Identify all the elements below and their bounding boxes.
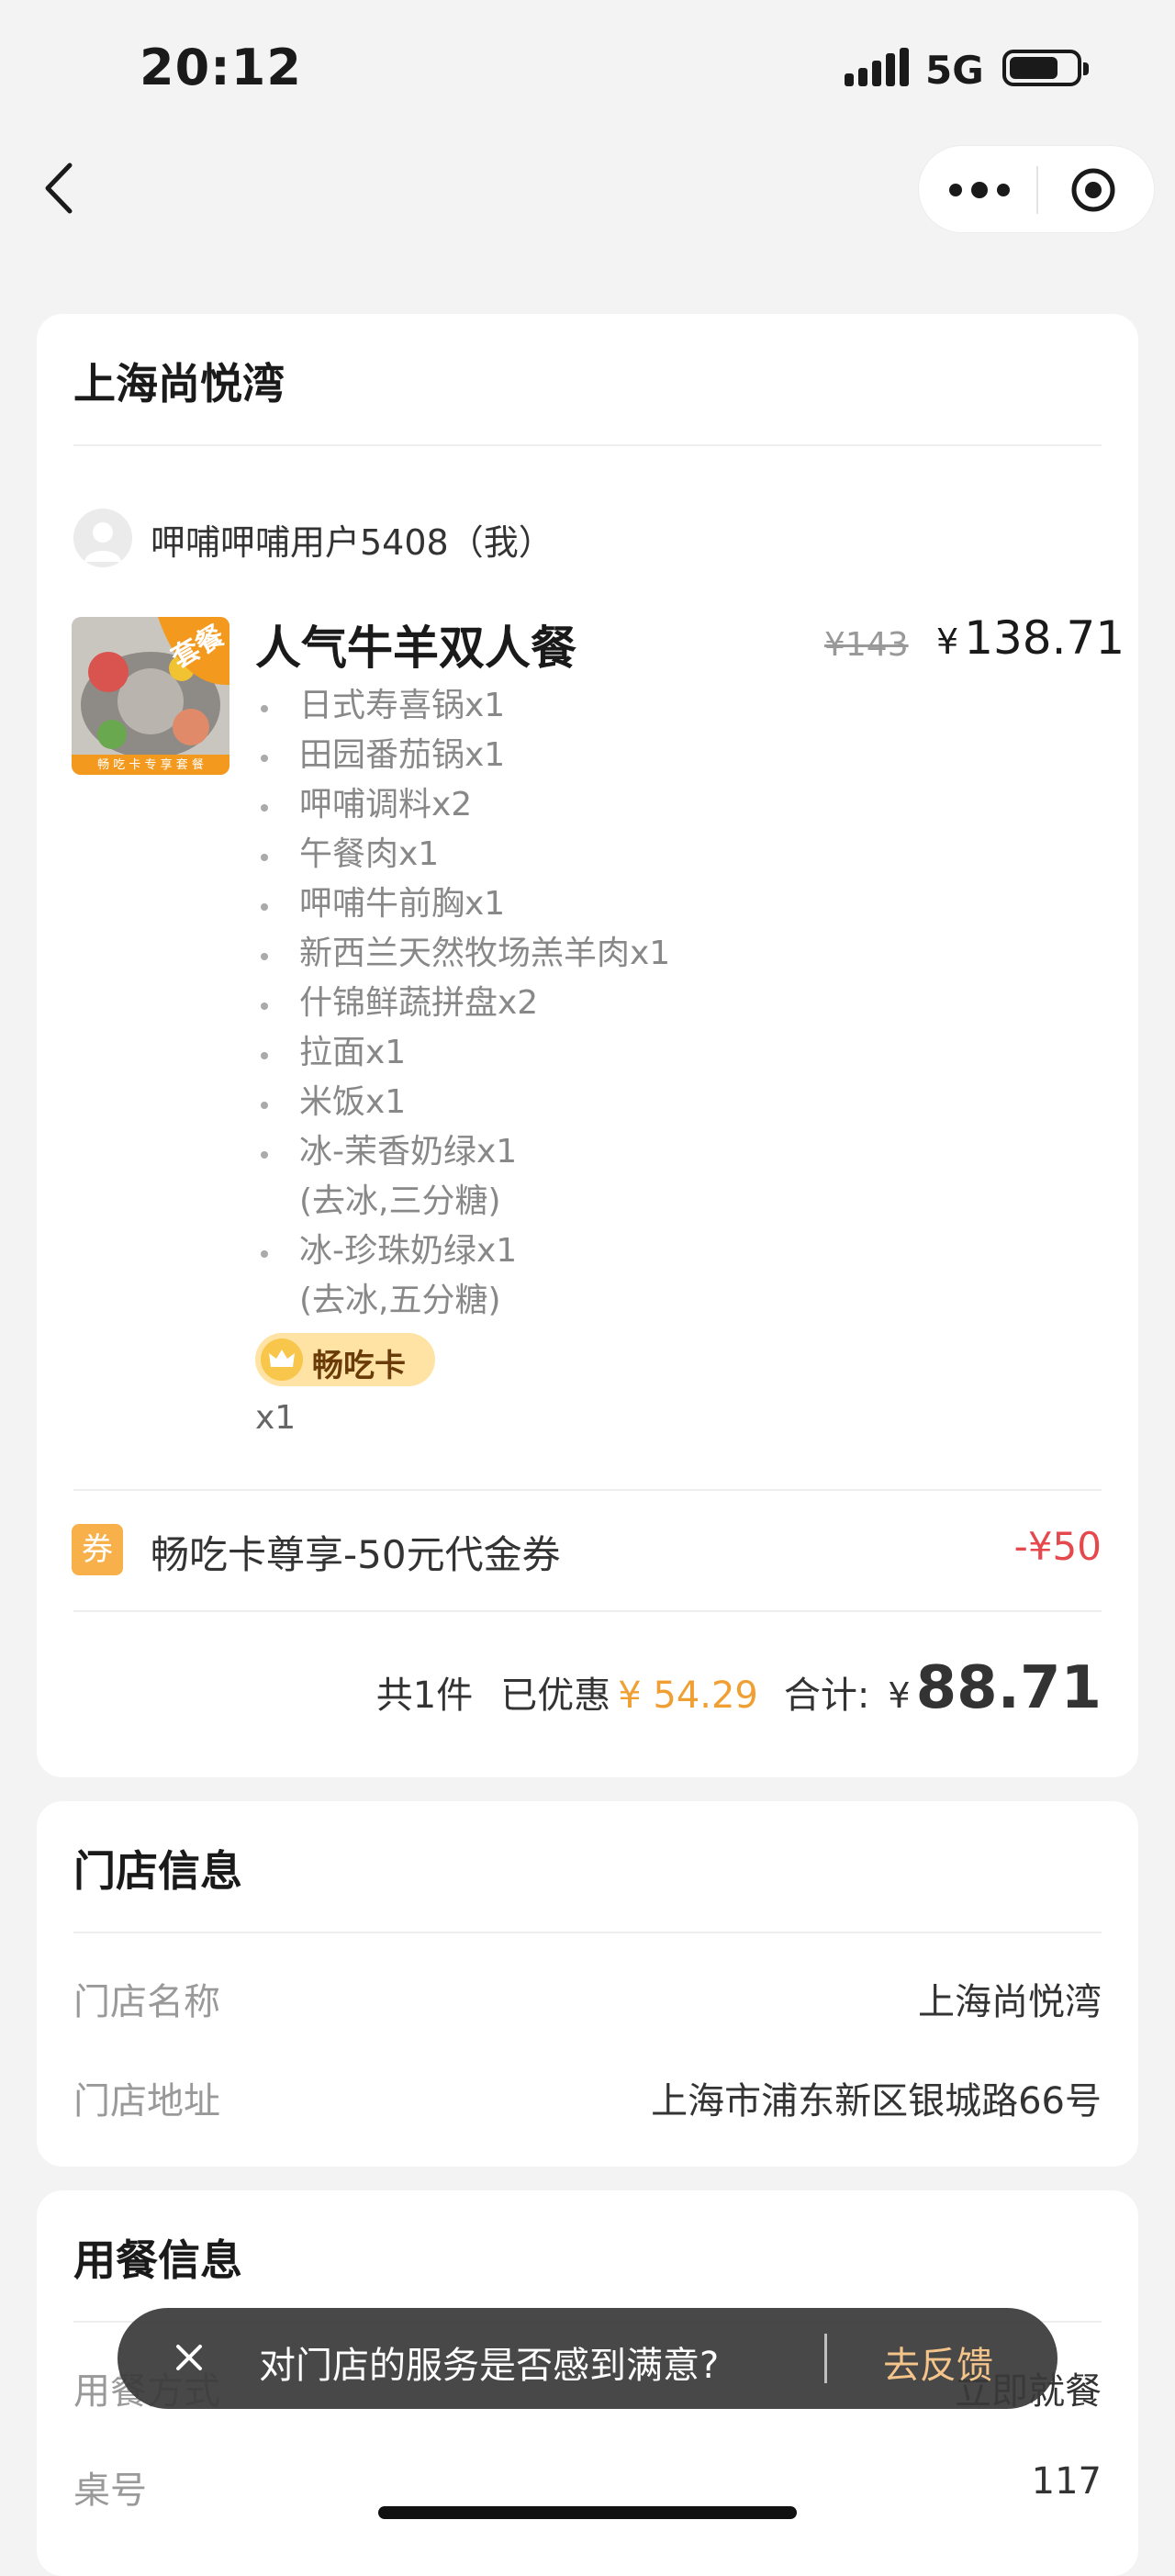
- item-note: (去冰,五分糖): [299, 1282, 501, 1319]
- store-title: 上海尚悦湾: [73, 359, 285, 409]
- original-price: ¥143: [824, 626, 909, 664]
- table-number-label: 桌号: [73, 2470, 147, 2512]
- badge-label: 畅吃卡: [312, 1348, 406, 1384]
- mini-program-capsule: [918, 145, 1155, 233]
- order-summary: 共1件 已优惠 ¥ 54.29 合计: ¥ 88.71: [376, 1654, 1102, 1722]
- item-count: 共1件: [375, 1674, 474, 1717]
- list-item: 冰-茉香奶绿x1 (去冰,三分糖): [255, 1127, 670, 1226]
- price-symbol: ¥: [936, 622, 959, 662]
- total-symbol: ¥: [888, 1675, 911, 1716]
- divider: [73, 1489, 1102, 1491]
- meal-image-caption: 畅 吃 卡 专 享 套 餐: [97, 758, 204, 772]
- meal-name: 人气牛羊双人餐: [255, 622, 576, 675]
- coupon-label: 畅吃卡尊享-50元代金券: [151, 1532, 561, 1577]
- saved-label: 已优惠: [500, 1674, 611, 1717]
- battery-icon: [1002, 50, 1089, 86]
- capsule-divider: [1036, 166, 1038, 214]
- price-value: 138.71: [964, 611, 1125, 665]
- saved-value: ¥ 54.29: [618, 1674, 758, 1717]
- list-item: 新西兰天然牧场羔羊肉x1: [255, 929, 670, 979]
- feedback-toast: 对门店的服务是否感到满意? 去反馈: [118, 2308, 1058, 2409]
- signal-icon: [845, 48, 909, 86]
- more-dots-icon[interactable]: [945, 168, 1014, 212]
- card-badge: 畅吃卡: [255, 1333, 435, 1386]
- order-card: 上海尚悦湾 呷哺呷哺用户5408（我） 套餐 畅 吃 卡 专 享 套 餐 人气牛…: [37, 314, 1138, 1777]
- store-info-card: 门店信息 门店名称 上海尚悦湾 门店地址 上海市浦东新区银城路66号: [37, 1801, 1138, 2167]
- store-address-label: 门店地址: [73, 2080, 220, 2122]
- list-item: 日式寿喜锅x1: [255, 681, 670, 731]
- table-number-value: 117: [1031, 2460, 1102, 2503]
- list-item: 什锦鲜蔬拼盘x2: [255, 979, 670, 1028]
- dining-info-title: 用餐信息: [73, 2235, 242, 2285]
- total-label: 合计:: [783, 1674, 870, 1717]
- coupon-icon: 券: [72, 1524, 123, 1575]
- store-address-value: 上海市浦东新区银城路66号: [651, 2080, 1102, 2122]
- toast-divider: [824, 2334, 827, 2383]
- list-item: 呷哺调料x2: [255, 780, 670, 830]
- status-time: 20:12: [140, 39, 302, 96]
- divider: [73, 444, 1102, 446]
- list-item: 午餐肉x1: [255, 830, 670, 879]
- item-note: (去冰,三分糖): [299, 1182, 501, 1220]
- list-item: 冰-珍珠奶绿x1 (去冰,五分糖): [255, 1226, 670, 1326]
- back-arrow-icon[interactable]: [37, 156, 92, 220]
- current-price: ¥138.71: [936, 611, 1125, 665]
- network-label: 5G: [925, 48, 984, 93]
- list-item: 拉面x1: [255, 1028, 670, 1078]
- list-item: 田园番茄锅x1: [255, 731, 670, 780]
- user-name: 呷哺呷哺用户5408（我）: [151, 522, 554, 563]
- total-amount: 88.71: [915, 1654, 1102, 1722]
- feedback-button[interactable]: 去反馈: [883, 2335, 993, 2389]
- crown-icon: [261, 1338, 303, 1381]
- divider: [73, 1932, 1102, 1933]
- meal-image[interactable]: 套餐 畅 吃 卡 专 享 套 餐: [72, 617, 229, 775]
- feedback-message: 对门店的服务是否感到满意?: [259, 2345, 720, 2387]
- meal-item-list: 日式寿喜锅x1 田园番茄锅x1 呷哺调料x2 午餐肉x1 呷哺牛前胸x1 新西兰…: [255, 681, 670, 1326]
- store-info-title: 门店信息: [73, 1846, 242, 1896]
- store-name-label: 门店名称: [73, 1981, 220, 2023]
- store-name-value: 上海尚悦湾: [918, 1981, 1102, 2023]
- avatar: [73, 509, 132, 567]
- home-indicator[interactable]: [378, 2506, 797, 2519]
- close-miniprogram-icon[interactable]: [1069, 166, 1117, 214]
- list-item: 米饭x1: [255, 1078, 670, 1127]
- coupon-value: -¥50: [1013, 1524, 1102, 1569]
- meal-quantity: x1: [255, 1399, 297, 1437]
- divider: [73, 1610, 1102, 1612]
- list-item: 呷哺牛前胸x1: [255, 879, 670, 929]
- close-icon[interactable]: [163, 2332, 215, 2383]
